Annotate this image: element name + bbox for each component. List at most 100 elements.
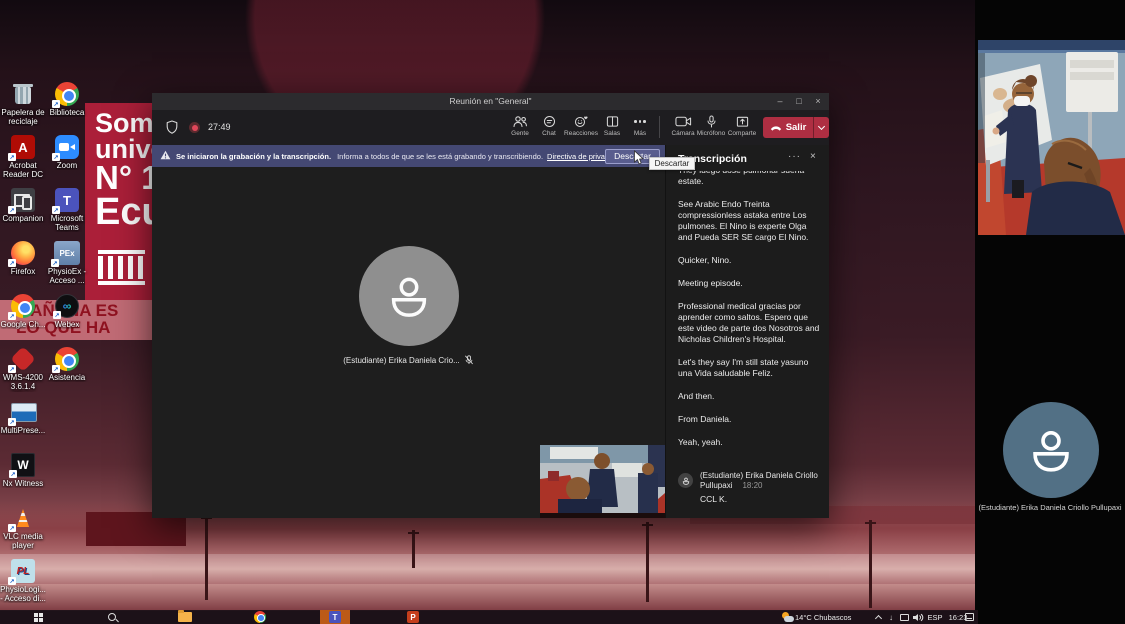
desktop-icon[interactable]: VLC media player [1, 506, 45, 559]
transcript-paragraph: Meeting episode. [678, 278, 820, 289]
transcript-paragraph: And then. [678, 391, 820, 402]
weather-icon[interactable] [781, 610, 795, 624]
shield-icon [166, 120, 178, 139]
firefox-icon [11, 241, 35, 265]
zoom-icon [55, 135, 79, 159]
chrome-taskbar-button[interactable] [252, 610, 268, 624]
transcript-paragraph: From Daniela. [678, 414, 820, 425]
video-scene [978, 40, 1125, 235]
more-dots-icon [623, 115, 657, 128]
tray-expand-button[interactable] [872, 610, 884, 624]
shortcut-arrow-icon [8, 365, 16, 373]
action-center-icon[interactable] [962, 610, 976, 624]
desktop-icon[interactable]: Companion [1, 188, 45, 241]
desktop-icon[interactable]: T Microsoft Teams [45, 188, 89, 241]
vlc-icon [11, 506, 35, 530]
participant-name: (Estudiante) Erika Daniela Crio... [343, 356, 460, 365]
chrome-icon [254, 611, 266, 623]
panel-close-icon[interactable]: × [810, 151, 816, 162]
meeting-toolbar: 27:49 Gente Chat Reacciones Salas Más [152, 110, 829, 145]
pip-video-tile[interactable] [540, 445, 665, 518]
desktop-icon[interactable]: Biblioteca [45, 82, 89, 135]
taskbar-search-button[interactable] [104, 610, 120, 624]
desktop-icon[interactable]: WMS-4200 3.6.1.4 Client [1, 347, 45, 400]
shortcut-arrow-icon [8, 312, 16, 320]
start-button[interactable] [28, 610, 48, 624]
mic-muted-icon [464, 355, 474, 365]
entry-text: CCL K. [700, 494, 824, 504]
chevron-up-icon [874, 614, 881, 621]
shortcut-arrow-icon [52, 365, 60, 373]
recording-indicator-icon [189, 122, 200, 133]
share-button[interactable]: Comparte [725, 115, 759, 137]
physioex-icon: PEx [54, 241, 80, 265]
entry-timestamp: 18:20 [742, 481, 762, 490]
weather-text[interactable]: 14°C Chubascos [795, 610, 873, 624]
search-icon [108, 613, 116, 621]
participant-name: (Estudiante) Erika Daniela Criollo Pullu… [975, 503, 1125, 512]
maximize-button[interactable]: □ [790, 94, 808, 109]
desktop-icon[interactable]: PL PhysioLogi... - Acceso di... [1, 559, 45, 612]
person-icon [1022, 421, 1080, 479]
leave-button[interactable]: Salir [763, 117, 813, 138]
powerpoint-icon: P [407, 611, 419, 623]
shortcut-arrow-icon [8, 577, 16, 585]
download-tray-icon[interactable]: ↓ [885, 610, 897, 624]
transcript-paragraph: They luego dose pulmonar suena estate. [678, 171, 820, 187]
folder-icon [178, 612, 192, 622]
language-indicator[interactable]: ESP [925, 610, 945, 624]
speaker-name: (Estudiante) Erika Daniela Criollo [700, 471, 824, 481]
teams-icon: T [55, 188, 79, 212]
participant-avatar [359, 246, 459, 346]
minimize-button[interactable]: – [771, 94, 789, 109]
toolbar-separator [659, 116, 660, 138]
transcription-panel: Transcripción ··· × They luego dose pulm… [665, 145, 829, 518]
desktop-icon[interactable]: Papelera de reciclaje [1, 82, 45, 135]
wms-client-icon [11, 347, 35, 371]
desktop-icon[interactable]: MultiPrese... [1, 400, 45, 453]
transcript-paragraph: Quicker, Nino. [678, 255, 820, 266]
close-button[interactable]: × [809, 94, 827, 109]
dismiss-tooltip: Descartar [649, 157, 695, 170]
desktop-icon-grid: Papelera de reciclaje Biblioteca A Acrob… [1, 82, 91, 612]
transcript-paragraph: Yeah, yeah. [678, 437, 820, 448]
chat-button[interactable]: Chat [532, 115, 566, 137]
secondary-display-area: (Estudiante) Erika Daniela Criollo Pullu… [975, 0, 1125, 624]
more-button[interactable]: Más [623, 115, 657, 137]
window-titlebar[interactable]: Reunión en "General" – □ × [152, 93, 829, 110]
companion-icon [11, 188, 35, 212]
desktop-icon[interactable]: W Nx Witness [1, 453, 45, 506]
desktop-icon[interactable]: ∞ Webex [45, 294, 89, 347]
transcript-body[interactable]: They luego dose pulmonar suena estate.Se… [678, 171, 820, 465]
webex-icon: ∞ [55, 294, 79, 318]
shortcut-arrow-icon [9, 470, 17, 478]
transcript-entry: (Estudiante) Erika Daniela Criollo Pullu… [678, 471, 824, 504]
desktop-icon[interactable]: Google Ch... [1, 294, 45, 347]
shortcut-arrow-icon [8, 206, 16, 214]
shortcut-arrow-icon [51, 259, 59, 267]
shortcut-arrow-icon [52, 153, 60, 161]
participant-name-row: (Estudiante) Erika Daniela Crio... [152, 355, 665, 365]
building-columns-icon [98, 250, 145, 285]
chrome-icon [11, 294, 35, 318]
powerpoint-taskbar-button[interactable]: P [404, 610, 422, 624]
mouse-cursor-icon [633, 150, 644, 171]
microphone-button[interactable]: Micrófono [694, 115, 728, 137]
desktop-icon[interactable]: PEx PhysioEx - Acceso ... [45, 241, 89, 294]
speaker-avatar [678, 473, 693, 488]
shortcut-arrow-icon [8, 259, 16, 267]
display-tray-icon[interactable] [898, 610, 911, 624]
participant-tile: (Estudiante) Erika Daniela Criollo Pullu… [975, 235, 1125, 624]
desktop-icon[interactable]: Zoom [45, 135, 89, 188]
participant-avatar [1003, 402, 1099, 498]
reactions-button[interactable]: Reacciones [564, 115, 598, 137]
volume-tray-icon[interactable] [911, 610, 925, 624]
transcript-paragraph: Professional medical gracias por aprende… [678, 301, 820, 345]
leave-options-dropdown[interactable] [813, 117, 829, 138]
panel-more-icon[interactable]: ··· [788, 151, 801, 162]
desktop-icon[interactable]: Asistencia [45, 347, 89, 400]
file-explorer-button[interactable] [176, 610, 194, 624]
teams-taskbar-button-active[interactable]: T [320, 610, 350, 624]
desktop-icon[interactable]: Firefox [1, 241, 45, 294]
desktop-icon[interactable]: A Acrobat Reader DC [1, 135, 45, 188]
